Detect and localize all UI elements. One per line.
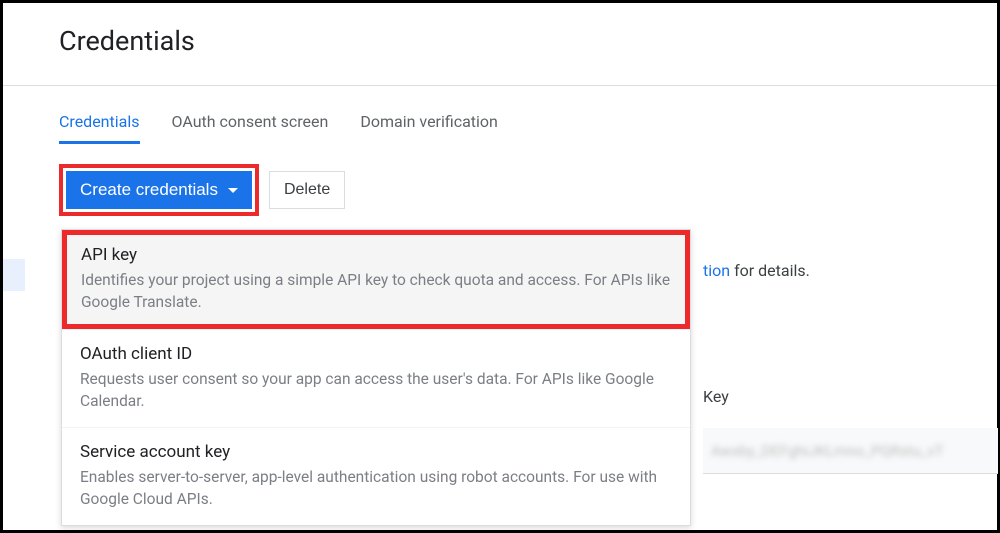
page-title: Credentials [59,25,941,57]
create-credentials-label: Create credentials [80,180,218,200]
annotation-highlight-create: Create credentials [59,164,259,216]
dropdown-item-service-account[interactable]: Service account key Enables server-to-se… [62,427,690,525]
api-key-value-redacted: Awxby_DEFghiJKLmno_PQRstu_vT [703,428,998,474]
delete-button[interactable]: Delete [269,171,345,209]
dropdown-item-api-key[interactable]: API key Identifies your project using a … [62,230,690,329]
tab-oauth-consent[interactable]: OAuth consent screen [172,112,329,144]
table-header-key: Key [703,387,729,406]
dropdown-item-desc: Requests user consent so your app can ac… [80,368,672,413]
create-credentials-dropdown: API key Identifies your project using a … [61,229,691,526]
partial-help-text: tion for details. [703,261,810,280]
tab-domain-verification[interactable]: Domain verification [360,112,498,144]
content-area: Credentials OAuth consent screen Domain … [3,86,997,216]
help-text-suffix: for details. [730,261,810,280]
auth-link-fragment[interactable]: tion [703,261,730,280]
dropdown-item-desc: Identifies your project using a simple A… [81,269,671,314]
dropdown-item-desc: Enables server-to-server, app-level auth… [80,466,672,511]
dropdown-item-title: API key [81,245,671,265]
create-credentials-button[interactable]: Create credentials [66,171,252,209]
toolbar: Create credentials Delete [59,164,957,216]
dropdown-item-oauth-client[interactable]: OAuth client ID Requests user consent so… [62,329,690,427]
api-key-row[interactable]: Awxby_DEFghiJKLmno_PQRstu_vT [703,428,998,474]
dropdown-item-title: OAuth client ID [80,344,672,364]
tabs-bar: Credentials OAuth consent screen Domain … [59,112,957,144]
sidebar-selection-marker [3,259,25,291]
page-header: Credentials [3,3,997,86]
caret-down-icon [228,188,238,193]
dropdown-item-title: Service account key [80,442,672,462]
tab-credentials[interactable]: Credentials [59,112,140,144]
